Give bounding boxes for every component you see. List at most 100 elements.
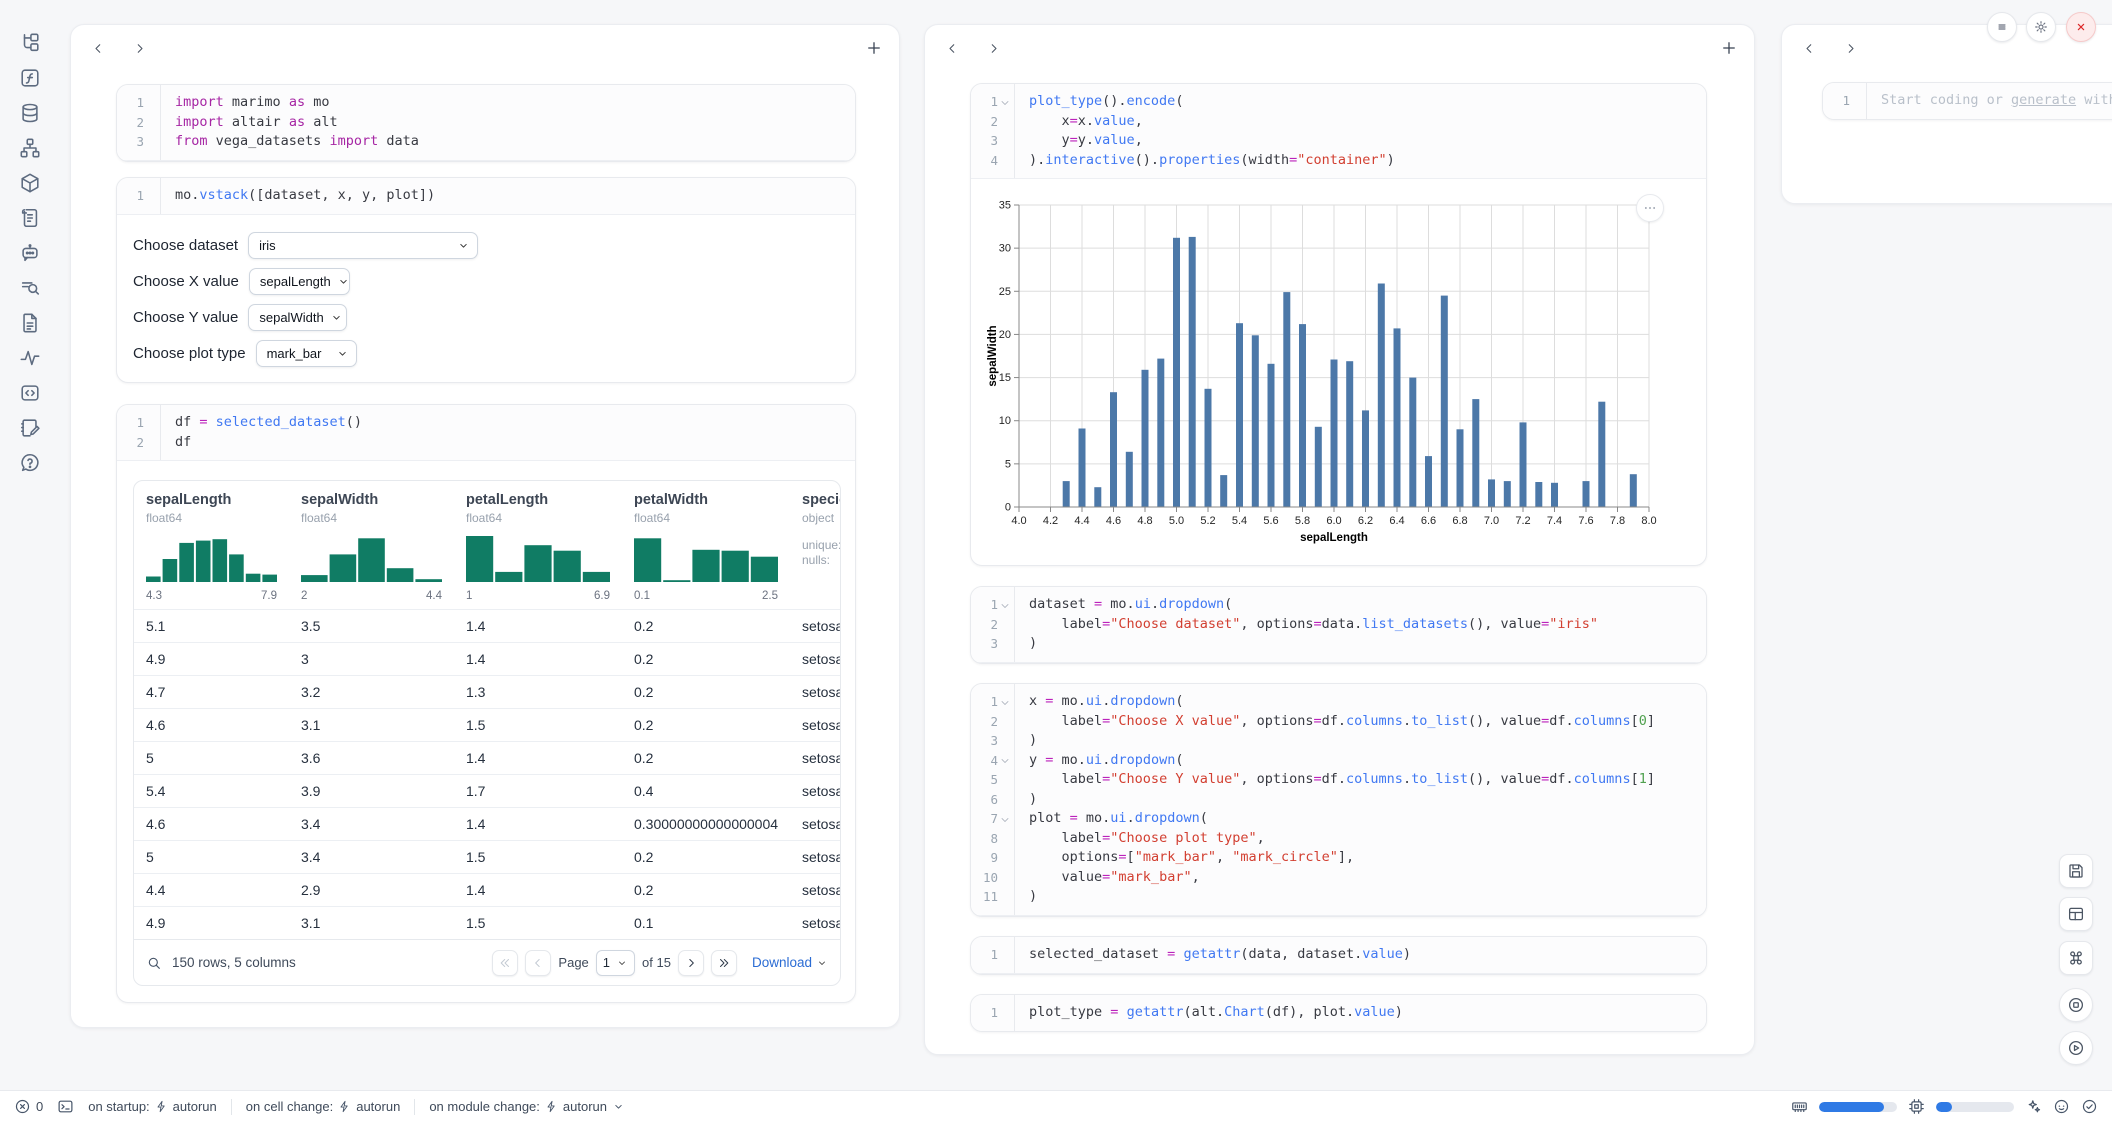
- table-row[interactable]: 4.93.11.50.1setosa: [134, 906, 840, 939]
- column-next-icon[interactable]: [132, 41, 147, 56]
- line-number: 6: [990, 790, 998, 810]
- on-cell-change-toggle[interactable]: on cell change: autorun: [246, 1099, 401, 1114]
- circle-x-icon: [14, 1098, 31, 1115]
- settings-button[interactable]: [2026, 12, 2056, 42]
- table-row[interactable]: 4.42.91.40.2setosa: [134, 873, 840, 906]
- table-row[interactable]: 4.63.41.40.30000000000000004setosa: [134, 807, 840, 840]
- column-header[interactable]: sepalWidthfloat64: [289, 492, 454, 525]
- add-cell-button[interactable]: [865, 39, 883, 57]
- datasources-icon[interactable]: [19, 102, 41, 124]
- code-cell-selected-dataset[interactable]: 1selected_dataset = getattr(data, datase…: [970, 936, 1707, 975]
- notebook-menu-button[interactable]: [1987, 12, 2017, 42]
- code-editor[interactable]: 1mo.vstack([dataset, x, y, plot]): [117, 178, 855, 215]
- table-row[interactable]: 4.73.21.30.2setosa: [134, 675, 840, 708]
- table-cell: 5: [134, 849, 289, 865]
- code-cell-imports[interactable]: 123import marimo as moimport altair as a…: [116, 84, 856, 162]
- copilot-status-button[interactable]: [2053, 1098, 2070, 1115]
- add-cell-button[interactable]: [1720, 39, 1738, 57]
- column-histogram[interactable]: 16.9: [454, 536, 622, 602]
- table-row[interactable]: 53.61.40.2setosa: [134, 741, 840, 774]
- column-header[interactable]: sepalLengthfloat64: [134, 492, 289, 525]
- terminal-button[interactable]: [57, 1098, 74, 1115]
- layout-toggle-button[interactable]: [2059, 897, 2093, 931]
- svg-text:6.4: 6.4: [1389, 515, 1404, 527]
- column-prev-icon[interactable]: [945, 41, 960, 56]
- connection-status-button[interactable]: [2081, 1098, 2098, 1115]
- column-next-icon[interactable]: [1843, 41, 1858, 56]
- code-editor[interactable]: 1234plot_type().encode( x=x.value, y=y.v…: [971, 84, 1706, 179]
- interrupt-button[interactable]: [2059, 988, 2093, 1022]
- variables-icon[interactable]: [19, 277, 41, 299]
- table-cell: 5.1: [134, 618, 289, 634]
- table-row[interactable]: 53.41.50.2setosa: [134, 840, 840, 873]
- scratchpad-icon[interactable]: [19, 417, 41, 439]
- svg-text:6.6: 6.6: [1421, 515, 1436, 527]
- sepal-bar-chart[interactable]: 051015202530354.04.24.44.64.85.05.25.45.…: [987, 193, 1687, 548]
- table-cell: setosa: [790, 783, 840, 799]
- prev-page-button[interactable]: [525, 950, 551, 976]
- functions-icon[interactable]: [19, 67, 41, 89]
- tracing-icon[interactable]: [19, 347, 41, 369]
- help-icon[interactable]: [19, 452, 41, 474]
- chart-actions-button[interactable]: [1636, 194, 1664, 222]
- table-row[interactable]: 4.63.11.50.2setosa: [134, 708, 840, 741]
- snippets-icon[interactable]: [19, 382, 41, 404]
- next-page-button[interactable]: [678, 950, 704, 976]
- fold-chevron-icon[interactable]: [999, 599, 1011, 611]
- page-label: Page: [558, 955, 588, 970]
- logs-icon[interactable]: [19, 207, 41, 229]
- table-row[interactable]: 5.43.91.70.4setosa: [134, 774, 840, 807]
- ai-sparkles-button[interactable]: [2025, 1098, 2042, 1115]
- run-button[interactable]: [2059, 1031, 2093, 1065]
- column-prev-icon[interactable]: [1802, 41, 1817, 56]
- table-cell: 1.5: [454, 849, 622, 865]
- table-cell: 0.2: [622, 651, 790, 667]
- column-prev-icon[interactable]: [91, 41, 106, 56]
- documentation-icon[interactable]: [19, 312, 41, 334]
- on-module-change-toggle[interactable]: on module change: autorun: [429, 1099, 625, 1114]
- table-search-button[interactable]: [146, 955, 162, 971]
- code-cell-dataset-dropdown[interactable]: 123dataset = mo.ui.dropdown( label="Choo…: [970, 586, 1707, 664]
- column-histogram[interactable]: 24.4: [289, 536, 454, 602]
- plot-type-select[interactable]: mark_bar: [256, 340, 357, 367]
- error-indicator[interactable]: 0: [14, 1098, 43, 1115]
- column-next-icon[interactable]: [986, 41, 1001, 56]
- code-line: import altair as alt: [175, 113, 855, 133]
- fold-chevron-icon[interactable]: [999, 96, 1011, 108]
- svg-text:4.6: 4.6: [1106, 515, 1121, 527]
- packages-icon[interactable]: [19, 172, 41, 194]
- code-cell-xy-dropdowns[interactable]: 1234567891011x = mo.ui.dropdown( label="…: [970, 683, 1707, 917]
- keyboard-shortcuts-button[interactable]: [2059, 941, 2093, 975]
- fold-chevron-icon[interactable]: [999, 696, 1011, 708]
- column-header[interactable]: speciesobject: [790, 492, 840, 525]
- x-value-select[interactable]: sepalLength: [249, 268, 350, 295]
- empty-code-cell[interactable]: 1 Start coding or generate with AI: [1822, 82, 2112, 120]
- column-header[interactable]: petalLengthfloat64: [454, 492, 622, 525]
- code-line: plot = mo.ui.dropdown(: [1029, 809, 1706, 829]
- code-cell-plot-type[interactable]: 1plot_type = getattr(alt.Chart(df), plot…: [970, 994, 1707, 1032]
- table-row[interactable]: 5.13.51.40.2setosa: [134, 609, 840, 642]
- y-value-select[interactable]: sepalWidth: [248, 304, 347, 331]
- fold-chevron-icon[interactable]: [999, 813, 1011, 825]
- select-value: iris: [259, 238, 276, 253]
- file-explorer-icon[interactable]: [19, 32, 41, 54]
- ai-chat-icon[interactable]: [19, 242, 41, 264]
- column-histogram[interactable]: 4.37.9: [134, 536, 289, 602]
- svg-text:7.2: 7.2: [1515, 515, 1530, 527]
- table-row[interactable]: 4.931.40.2setosa: [134, 642, 840, 675]
- last-page-button[interactable]: [711, 950, 737, 976]
- dataset-select[interactable]: iris: [248, 232, 478, 259]
- fold-chevron-icon[interactable]: [999, 754, 1011, 766]
- first-page-button[interactable]: [492, 950, 518, 976]
- shutdown-button[interactable]: [2066, 12, 2096, 42]
- page-select[interactable]: 1: [596, 950, 635, 976]
- download-button[interactable]: Download: [752, 955, 828, 970]
- save-button[interactable]: [2059, 854, 2093, 888]
- line-number: 11: [983, 887, 998, 907]
- generate-with-ai-link[interactable]: generate: [2011, 92, 2076, 108]
- on-startup-toggle[interactable]: on startup: autorun: [88, 1099, 217, 1114]
- column-histogram[interactable]: 0.12.5: [622, 536, 790, 602]
- column-header[interactable]: petalWidthfloat64: [622, 492, 790, 525]
- dependency-graph-icon[interactable]: [19, 137, 41, 159]
- code-editor[interactable]: 12df = selected_dataset()df: [117, 405, 855, 461]
